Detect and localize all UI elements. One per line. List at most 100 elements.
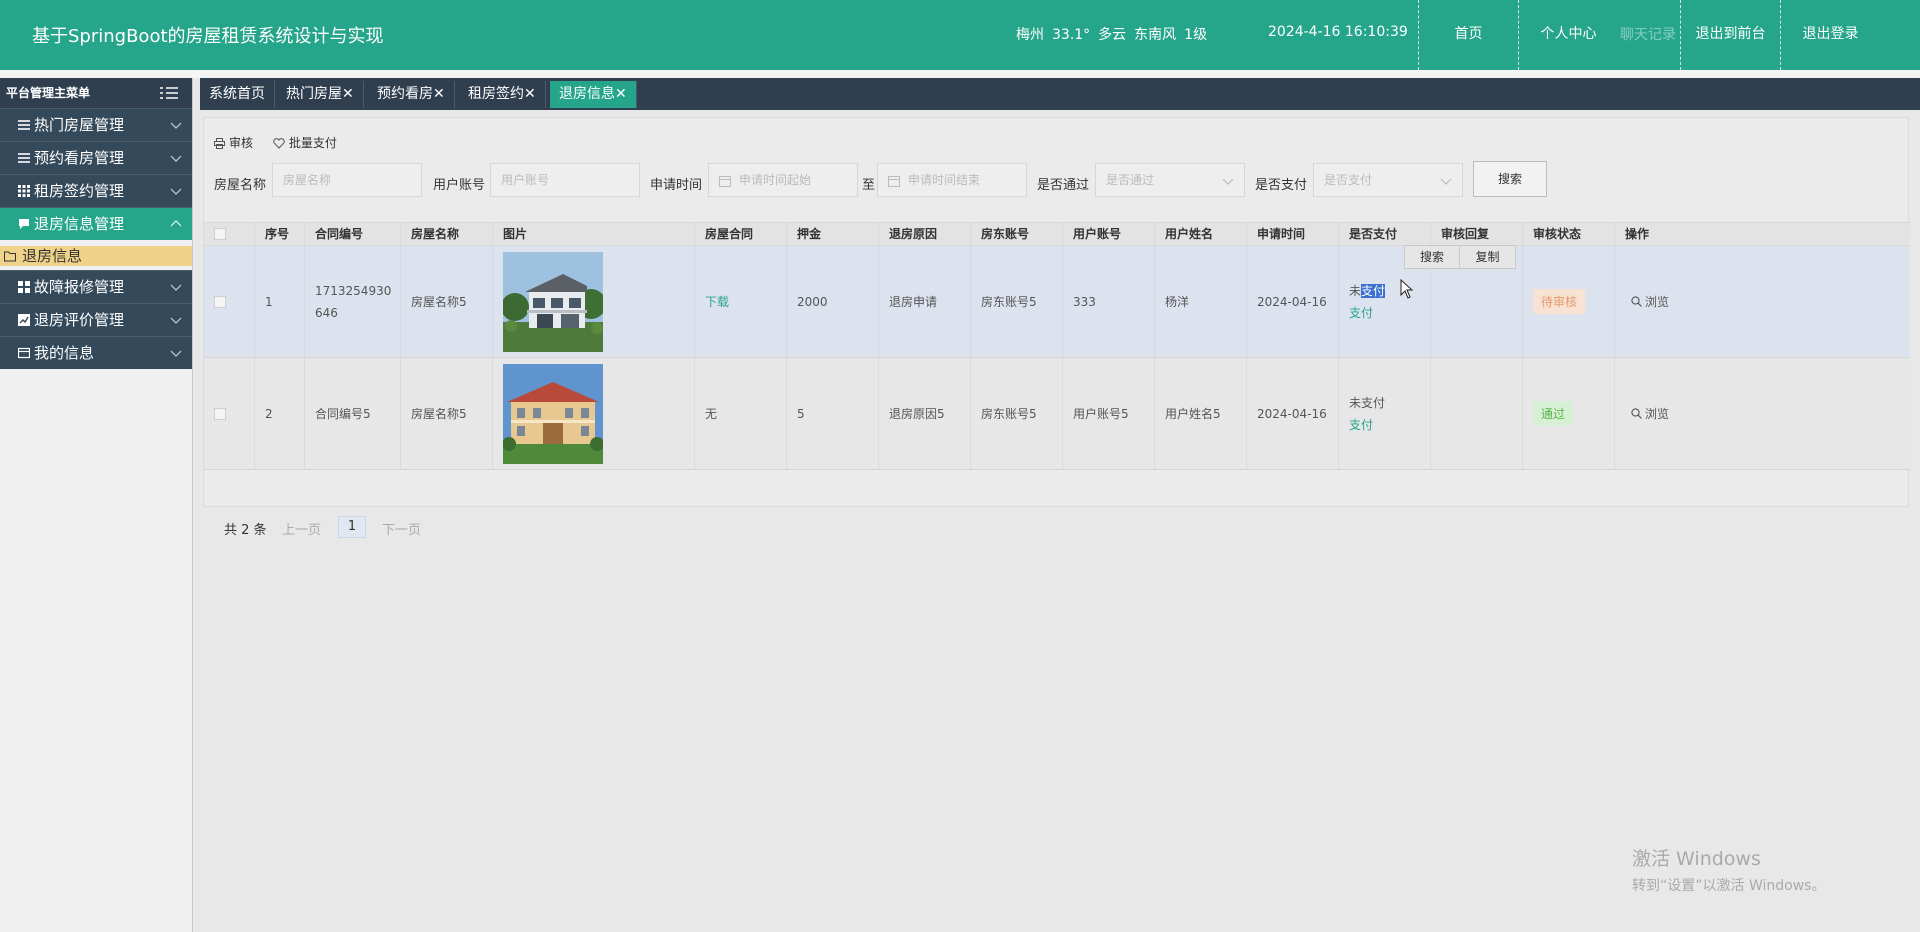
action-toolbar: 审核 批量支付 xyxy=(214,134,353,151)
cell-username: 用户姓名5 xyxy=(1154,358,1246,469)
nav-chat-record[interactable]: 聊天记录 xyxy=(1620,24,1676,44)
cell-deposit: 5 xyxy=(786,358,878,469)
cell-apply-time: 2024-04-16 xyxy=(1246,358,1338,469)
cell-operation: 浏览 xyxy=(1614,246,1910,357)
next-page-button[interactable]: 下一页 xyxy=(382,519,421,538)
chevron-down-icon xyxy=(1222,178,1234,185)
cell-apply-time: 2024-04-16 xyxy=(1246,246,1338,357)
folder-icon xyxy=(4,251,16,262)
close-icon[interactable]: ✕ xyxy=(433,86,445,102)
cell-username: 杨洋 xyxy=(1154,246,1246,357)
pay-link[interactable]: 支付 xyxy=(1349,302,1373,324)
col-deposit: 押金 xyxy=(786,223,878,246)
header-select-all[interactable] xyxy=(204,223,254,246)
close-icon[interactable]: ✕ xyxy=(524,86,536,102)
audit-label: 审核 xyxy=(229,136,254,150)
paid-status-text: 未支付 xyxy=(1349,280,1386,302)
cell-reason: 退房申请 xyxy=(878,246,970,357)
tab-home[interactable]: 系统首页 xyxy=(200,81,275,108)
download-link[interactable]: 下载 xyxy=(705,293,729,310)
select-all-checkbox[interactable] xyxy=(214,228,226,240)
audit-button[interactable]: 审核 xyxy=(214,134,253,151)
top-header: 基于SpringBoot的房屋租赁系统设计与实现 梅州 33.1° 多云 东南风 1级 … xyxy=(0,0,1920,70)
passed-placeholder: 是否通过 xyxy=(1106,173,1155,187)
house-name-input[interactable]: 房屋名称 xyxy=(272,163,422,197)
popup-search-button[interactable]: 搜索 xyxy=(1405,246,1460,268)
batch-pay-label: 批量支付 xyxy=(288,136,337,150)
sidebar-item-label: 预约看房管理 xyxy=(34,149,125,167)
passed-select[interactable]: 是否通过 xyxy=(1095,163,1245,197)
pay-link[interactable]: 支付 xyxy=(1349,414,1373,436)
search-icon xyxy=(1631,408,1642,419)
sidebar-item-signing[interactable]: 租房签约管理 xyxy=(0,174,192,207)
row-select[interactable] xyxy=(204,246,254,357)
close-icon[interactable]: ✕ xyxy=(615,86,627,102)
close-icon[interactable]: ✕ xyxy=(342,86,354,102)
main-panel: 审核 批量支付 房屋名称 房屋名称 用户账号 用户账号 申请时间 申请时间起始 … xyxy=(203,117,1910,538)
col-image: 图片 xyxy=(492,223,694,246)
passed-label: 是否通过 xyxy=(1037,178,1090,193)
paid-label: 是否支付 xyxy=(1255,178,1308,193)
time-start-input[interactable]: 申请时间起始 xyxy=(708,163,858,197)
sidebar-item-checkout[interactable]: 退房信息管理 xyxy=(0,207,192,240)
row-select[interactable] xyxy=(204,358,254,469)
weather-city: 梅州 xyxy=(1016,27,1044,43)
col-landlord: 房东账号 xyxy=(970,223,1062,246)
sidebar-item-label: 租房签约管理 xyxy=(34,182,125,200)
cell-landlord: 房东账号5 xyxy=(970,246,1062,357)
col-reply: 审核回复 xyxy=(1430,223,1522,246)
search-button[interactable]: 搜索 xyxy=(1473,161,1547,197)
row-checkbox[interactable] xyxy=(214,407,226,420)
header-stripe xyxy=(0,70,1920,78)
sidebar-item-hot-house[interactable]: 热门房屋管理 xyxy=(0,108,192,141)
prev-page-button[interactable]: 上一页 xyxy=(282,519,321,538)
sidebar-item-my-info[interactable]: 我的信息 xyxy=(0,336,192,369)
sidebar-subitem-checkout-info[interactable]: 退房信息 xyxy=(0,246,192,266)
col-account: 用户账号 xyxy=(1062,223,1154,246)
col-index: 序号 xyxy=(254,223,304,246)
sidebar-item-label: 热门房屋管理 xyxy=(34,116,125,134)
house-photo-modern[interactable] xyxy=(503,251,603,352)
account-input[interactable]: 用户账号 xyxy=(490,163,640,197)
nav-to-frontend[interactable]: 退出到前台 xyxy=(1681,0,1780,70)
chevron-down-icon xyxy=(1440,178,1452,185)
table-row[interactable]: 1 1713254930 646 房屋名称5 下载 2000 退房申请 房东账号… xyxy=(204,246,1910,358)
popup-copy-button[interactable]: 复制 xyxy=(1460,246,1515,268)
browse-button[interactable]: 浏览 xyxy=(1631,405,1669,422)
tab-checkout-info[interactable]: 退房信息✕ xyxy=(550,81,637,108)
cell-contract: 下载 xyxy=(694,246,786,357)
header-datetime: 2024-4-16 16:10:39 xyxy=(1268,24,1408,40)
paid-placeholder: 是否支付 xyxy=(1324,173,1373,187)
watermark-line1: 激活 Windows xyxy=(1632,848,1761,870)
cell-contract: 无 xyxy=(694,358,786,469)
nav-profile[interactable]: 个人中心 xyxy=(1519,0,1618,70)
time-end-input[interactable]: 申请时间结束 xyxy=(877,163,1027,197)
col-reason: 退房原因 xyxy=(878,223,970,246)
nav-logout[interactable]: 退出登录 xyxy=(1781,0,1880,70)
cell-index: 2 xyxy=(254,358,304,469)
row-checkbox[interactable] xyxy=(214,295,226,308)
paid-select[interactable]: 是否支付 xyxy=(1313,163,1463,197)
tab-hot-house[interactable]: 热门房屋✕ xyxy=(277,81,364,108)
tab-viewing[interactable]: 预约看房✕ xyxy=(368,81,455,108)
tab-signing[interactable]: 租房签约✕ xyxy=(459,81,546,108)
browse-button[interactable]: 浏览 xyxy=(1631,293,1669,310)
time-separator: 至 xyxy=(862,178,876,193)
batch-pay-button[interactable]: 批量支付 xyxy=(273,134,337,151)
chevron-down-icon xyxy=(170,350,182,357)
list-icon xyxy=(18,153,30,163)
col-username: 用户姓名 xyxy=(1154,223,1246,246)
table-row[interactable]: 2 合同编号5 房屋名称5 无 5 退房原因5 房东账号5 用户账号5 用户姓名… xyxy=(204,358,1910,470)
weather-sky: 多云 xyxy=(1098,27,1127,43)
sidebar-item-repair[interactable]: 故障报修管理 xyxy=(0,270,192,303)
house-photo-villa[interactable] xyxy=(503,363,603,464)
page-number-button[interactable]: 1 xyxy=(338,516,366,538)
sidebar-item-viewing[interactable]: 预约看房管理 xyxy=(0,141,192,174)
sidebar-title: 平台管理主菜单 xyxy=(0,78,192,108)
sidebar-item-review[interactable]: 退房评价管理 xyxy=(0,303,192,336)
nav-home[interactable]: 首页 xyxy=(1419,0,1518,70)
chevron-down-icon xyxy=(170,188,182,195)
cell-status: 通过 xyxy=(1522,358,1614,469)
cell-account: 333 xyxy=(1062,246,1154,357)
menu-toggle-icon[interactable] xyxy=(160,87,178,99)
